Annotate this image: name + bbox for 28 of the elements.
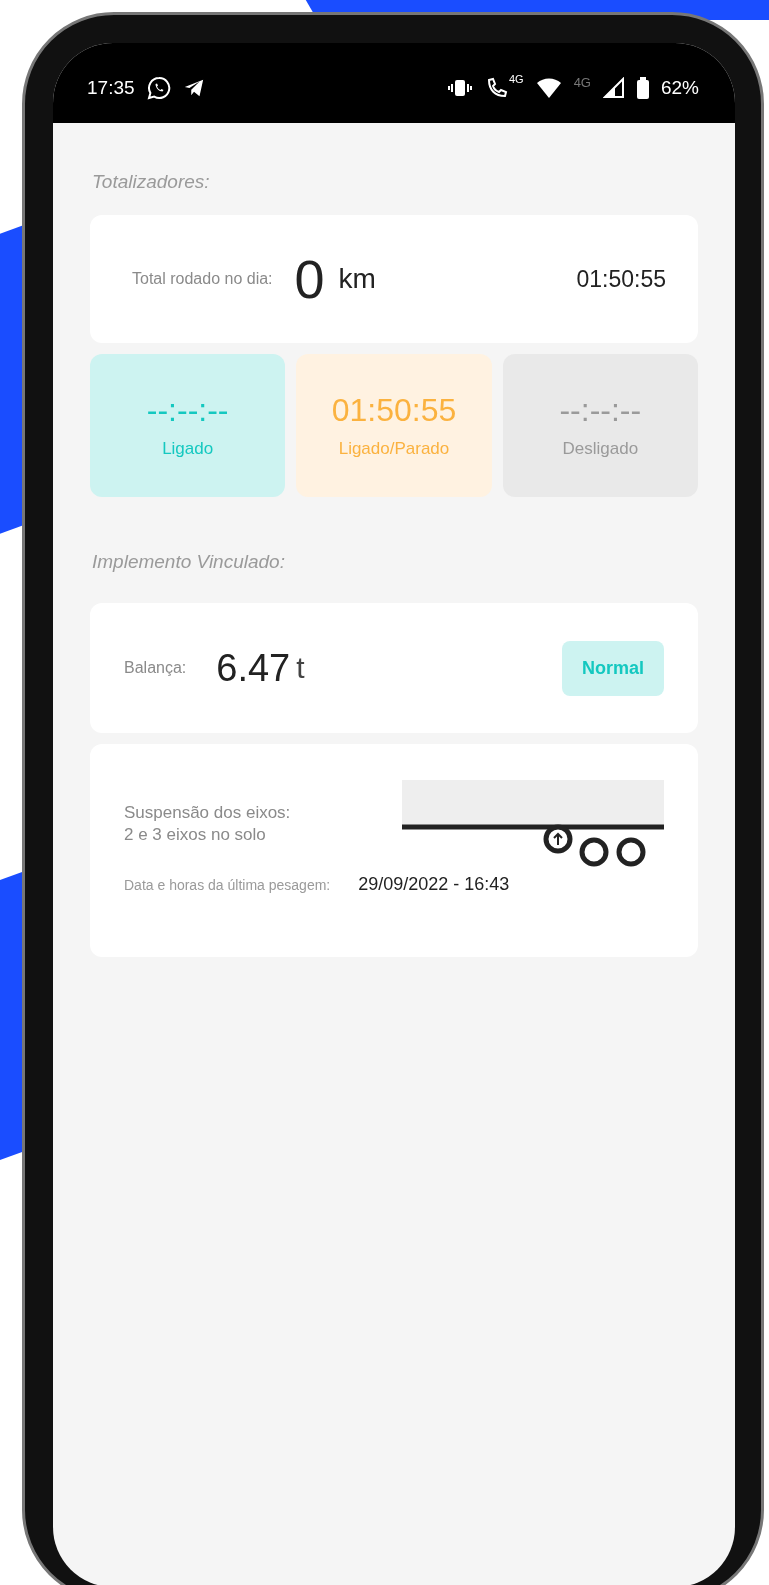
state-label: Ligado/Parado xyxy=(338,439,450,459)
battery-icon xyxy=(636,77,649,99)
distance-label: Total rodado no dia: xyxy=(132,270,273,288)
weight-unit: t xyxy=(296,651,305,685)
suspension-text: Suspensão dos eixos: 2 e 3 eixos no solo xyxy=(124,802,291,846)
chat-bubble-icon xyxy=(146,76,171,100)
call-network-label: 4G xyxy=(508,73,524,85)
status-badge: Normal xyxy=(562,640,664,696)
section-heading: Totalizadores: xyxy=(92,171,211,193)
scale-label: Balança: xyxy=(124,659,187,677)
last-weighing-value: 29/09/2022 - 16:43 xyxy=(358,874,510,895)
vibrate-icon xyxy=(446,78,473,98)
state-duration: --:--:-- xyxy=(146,392,229,429)
state-label: Ligado xyxy=(162,439,214,459)
distance-unit: km xyxy=(338,263,376,295)
last-weighing-label: Data e horas da última pesagem: xyxy=(124,876,331,893)
total-time: 01:50:55 xyxy=(576,265,666,293)
state-duration: 01:50:55 xyxy=(331,392,457,429)
distance-value: 0 xyxy=(294,248,325,310)
section-heading: Implemento Vinculado: xyxy=(92,551,286,573)
state-label: Desligado xyxy=(562,439,639,459)
state-duration: --:--:-- xyxy=(559,392,642,429)
wifi-icon xyxy=(535,77,562,99)
weight-value: 6.47 xyxy=(216,646,291,690)
clock-time: 17:35 xyxy=(87,77,135,99)
network-type-label: 4G xyxy=(573,75,591,90)
signal-icon xyxy=(602,77,625,99)
battery-percentage: 62% xyxy=(660,77,699,99)
